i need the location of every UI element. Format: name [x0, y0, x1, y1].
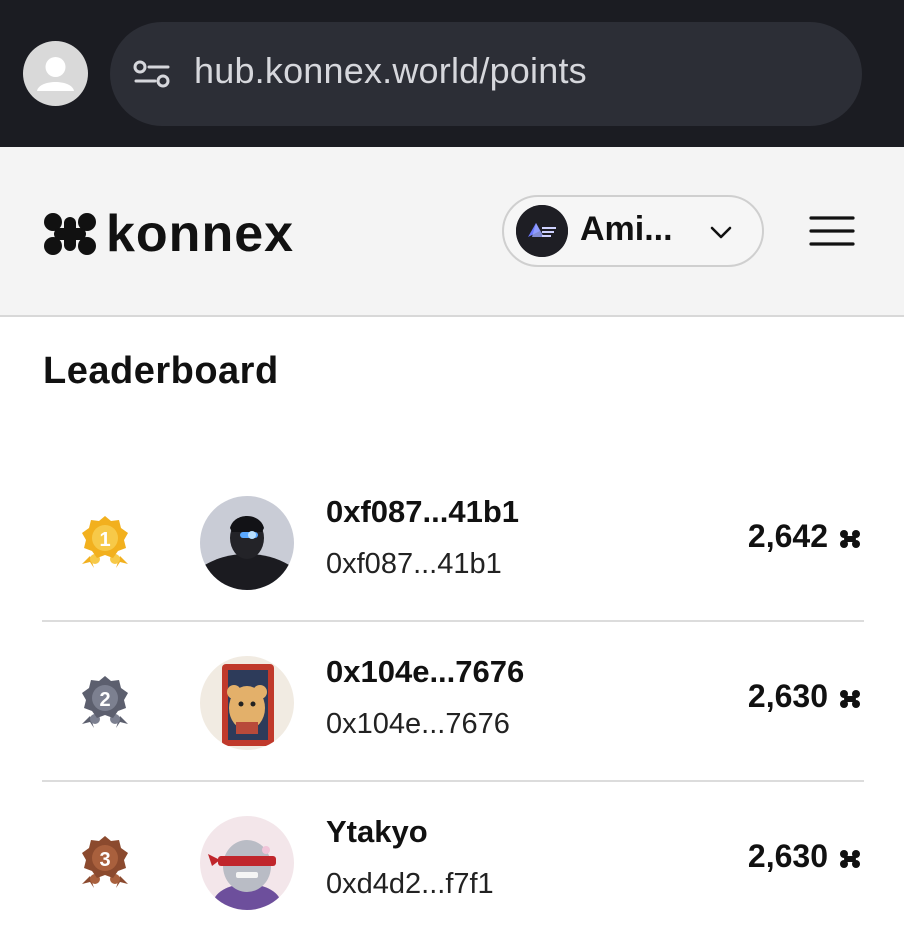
- site-info-icon[interactable]: [132, 58, 172, 90]
- browser-profile-avatar[interactable]: [23, 41, 88, 106]
- rank-2-badge-icon: 2: [82, 676, 128, 728]
- page-title: Leaderboard: [43, 350, 279, 392]
- account-name: Ami...: [580, 210, 673, 248]
- user-address: 0x104e...7676: [326, 708, 510, 740]
- points-value: 2,630: [747, 838, 828, 874]
- svg-text:3: 3: [99, 849, 110, 871]
- person-icon: [37, 57, 74, 91]
- url-text[interactable]: hub.konnex.world/points: [194, 50, 587, 92]
- account-avatar: [516, 205, 568, 257]
- user-avatar: [200, 496, 294, 590]
- konnex-points-icon: [840, 850, 860, 868]
- leaderboard-row[interactable]: 2 0x104e...7676 0x104e...7676 2,630: [42, 622, 864, 782]
- konnex-logo-icon: [44, 213, 96, 255]
- leaderboard-row[interactable]: 3 Ytakyo 0xd4d2...f7f1 2,630: [42, 782, 864, 939]
- konnex-points-icon: [840, 530, 860, 548]
- hamburger-menu-icon[interactable]: [808, 213, 856, 249]
- svg-text:2: 2: [99, 689, 110, 711]
- svg-text:1: 1: [99, 529, 110, 551]
- points-value: 2,642: [747, 518, 828, 554]
- rank-3-badge-icon: 3: [82, 836, 128, 888]
- browser-toolbar: hub.konnex.world/points: [0, 0, 904, 147]
- konnex-logo[interactable]: konnex: [40, 205, 295, 263]
- user-name[interactable]: Ytakyo: [326, 814, 428, 850]
- user-address: 0xf087...41b1: [326, 548, 502, 580]
- account-switcher[interactable]: Ami...: [502, 195, 764, 267]
- konnex-points-icon: [840, 690, 860, 708]
- logo-wordmark: konnex: [106, 205, 295, 263]
- leaderboard-row[interactable]: 1 0xf087...41b1 0xf087...41b1 2,642: [42, 462, 864, 622]
- points-value: 2,630: [747, 678, 828, 714]
- address-bar[interactable]: hub.konnex.world/points: [110, 22, 862, 126]
- site-header: konnex Ami...: [0, 147, 904, 317]
- rank-1-badge-icon: 1: [82, 516, 128, 568]
- chevron-down-icon: [710, 226, 732, 239]
- user-avatar: [200, 656, 294, 750]
- user-name[interactable]: 0xf087...41b1: [326, 494, 519, 530]
- user-avatar: [200, 816, 294, 910]
- user-address: 0xd4d2...f7f1: [326, 868, 494, 900]
- user-name[interactable]: 0x104e...7676: [326, 654, 524, 690]
